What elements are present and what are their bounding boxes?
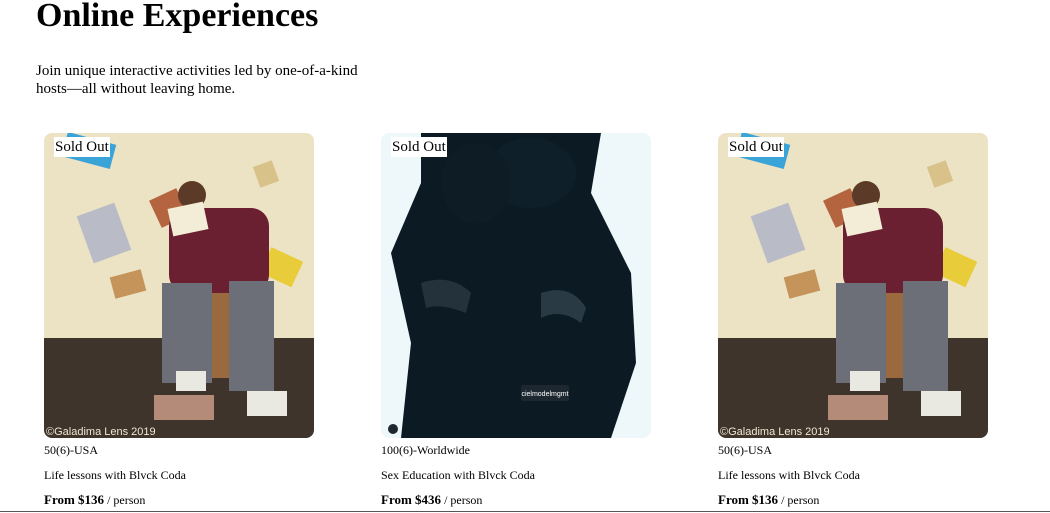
photo-reader-man: ©Galadima Lens 2019 xyxy=(44,133,314,438)
price-row: From $436 / person xyxy=(381,492,651,508)
price: From $136 xyxy=(44,492,105,507)
experience-photo[interactable]: ©Galadima Lens 2019 Sold Out xyxy=(718,133,988,438)
price-unit: / person xyxy=(444,493,483,507)
price: From $436 xyxy=(381,492,442,507)
experience-meta: 100(6)-Worldwide xyxy=(381,443,471,457)
experience-name[interactable]: Sex Education with Blvck Coda xyxy=(381,468,651,482)
price-row: From $136 / person xyxy=(44,492,314,508)
experience-photo[interactable]: cielmodelmgmt Sold Out xyxy=(381,133,651,438)
experience-name[interactable]: Life lessons with Blvck Coda xyxy=(44,468,314,482)
price: From $136 xyxy=(718,492,779,507)
experience-card[interactable]: ©Galadima Lens 2019 Sold Out 50(6)-USA L… xyxy=(718,133,988,508)
experience-card[interactable]: cielmodelmgmt Sold Out 100(6)-Worldwide … xyxy=(381,133,651,508)
photo-reader-man: ©Galadima Lens 2019 xyxy=(718,133,988,438)
experience-name[interactable]: Life lessons with Blvck Coda xyxy=(718,468,988,482)
price-row: From $136 / person xyxy=(718,492,988,508)
experience-meta: 50(6)-USA xyxy=(718,443,772,457)
price-unit: / person xyxy=(107,493,146,507)
price-unit: / person xyxy=(781,493,820,507)
experience-card[interactable]: ©Galadima Lens 2019 Sold Out 50(6)-USA L… xyxy=(44,133,314,508)
sold-out-badge: Sold Out xyxy=(391,137,447,157)
page: Online Experiences Join unique interacti… xyxy=(0,0,1050,513)
photo-watermark: cielmodelmgmt xyxy=(521,391,568,398)
photo-watermark: ©Galadima Lens 2019 xyxy=(46,426,156,438)
experience-photo[interactable]: ©Galadima Lens 2019 Sold Out xyxy=(44,133,314,438)
photo-couple: cielmodelmgmt xyxy=(381,133,651,438)
divider xyxy=(0,511,1050,512)
page-subtitle: Join unique interactive activities led b… xyxy=(36,63,358,97)
page-title: Online Experiences xyxy=(36,0,319,34)
experience-meta: 50(6)-USA xyxy=(44,443,98,457)
sold-out-badge: Sold Out xyxy=(54,137,110,157)
photo-watermark: ©Galadima Lens 2019 xyxy=(720,426,830,438)
sold-out-badge: Sold Out xyxy=(728,137,784,157)
